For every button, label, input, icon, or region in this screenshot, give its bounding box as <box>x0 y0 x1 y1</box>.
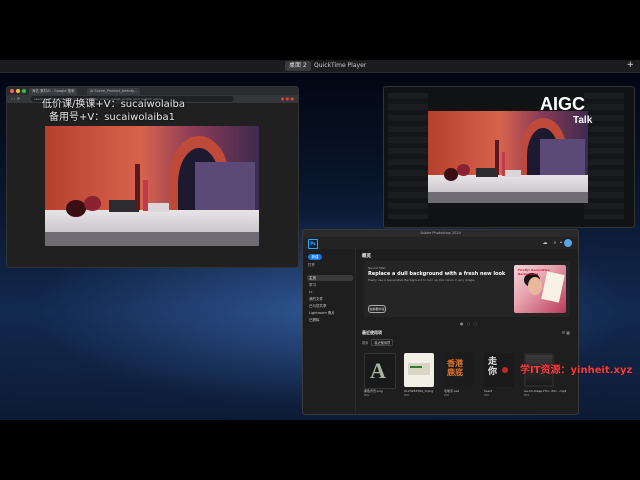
banner-tag: Neural filter <box>368 266 386 270</box>
sidebar-item-learn[interactable]: 学习 <box>307 282 353 288</box>
browser-tab-google[interactable]: 海艺 素材AI - Google 搜索 <box>29 88 78 95</box>
file-name-5: Ae-Ch-Sleep-Hm...Pdc...mp4 <box>524 389 567 393</box>
sidebar-item-deleted[interactable]: 已删除 <box>307 317 353 323</box>
sort-select[interactable]: 最近使用项 <box>371 339 394 346</box>
photoshop-home: 概览 Neural filter Replace a dull backgrou… <box>356 249 578 414</box>
close-window-icon[interactable] <box>10 89 14 93</box>
new-file-button[interactable]: 新建 <box>308 254 322 260</box>
left-panel-list <box>388 93 428 219</box>
file-thumb-2[interactable] <box>404 353 434 387</box>
photoshop-window[interactable]: Adobe Photoshop 2024 Ps ☁ ⌕ • 新建 打开 主页 学… <box>302 229 579 415</box>
product-scene-image[interactable] <box>45 126 259 246</box>
sidebar-item-shared[interactable]: 已与您共享 <box>307 303 353 309</box>
browser-tab-strip: 海艺 素材AI - Google 搜索 AI Scene_Product_bea… <box>7 87 298 95</box>
file-type-4: PSD <box>484 394 490 397</box>
space-tab-quicktime[interactable]: QuickTime Player <box>310 61 370 71</box>
photoshop-logo-icon: Ps <box>308 239 318 249</box>
red-watermark-text: 学IT资源：yinheit.xyz <box>520 365 633 376</box>
carousel-dots[interactable]: ● ○ ○ <box>460 321 478 326</box>
photoshop-title: Adobe Photoshop 2024 <box>303 230 578 237</box>
zoom-window-icon[interactable] <box>22 89 26 93</box>
file-name-2: 0123456789_0.png <box>404 389 434 393</box>
back-forward-icons[interactable]: ‹ › ⟳ <box>11 96 20 101</box>
browser-page-content <box>7 103 298 267</box>
aigc-logo-title: AIGC <box>540 94 585 114</box>
file-thumb-3[interactable]: 香港 鹿底 <box>444 353 474 387</box>
avatar[interactable] <box>564 239 572 247</box>
product-scene-preview[interactable] <box>428 111 588 203</box>
aigc-logo-subtitle: Talk <box>573 115 593 126</box>
file-name-3: 毛笔字.psd <box>444 389 460 393</box>
file-type-2: PNG <box>404 394 410 397</box>
banner-image-text: Firefly: Generative Background <box>518 268 550 276</box>
file-type-5: MP4 <box>524 394 530 397</box>
sidebar-item-lr[interactable]: Lr <box>307 289 353 295</box>
banner-title: Replace a dull background with a fresh n… <box>368 271 506 277</box>
sort-filter[interactable]: 排序 最近使用项 <box>362 339 394 346</box>
cloud-icon[interactable]: ☁ <box>542 240 548 246</box>
space-tab-desktop-2[interactable]: 桌面 2 <box>285 61 311 71</box>
try-in-new-button[interactable]: 在新框中试 <box>368 305 386 313</box>
minimize-window-icon[interactable] <box>16 89 20 93</box>
secondary-window[interactable] <box>383 86 635 228</box>
add-space-button[interactable]: + <box>626 60 634 71</box>
file-type-1: PNG <box>364 394 370 397</box>
recent-heading: 最近使用项 <box>362 330 382 335</box>
photoshop-sidebar: 新建 打开 主页 学习 Lr 我的文件 已与您共享 Lightroom 照片 已… <box>303 249 356 414</box>
overview-heading: 概览 <box>362 254 371 259</box>
watermark-text-2: 备用号+V：sucaiwolaiba1 <box>49 112 175 123</box>
banner-portrait-image: Firefly: Generative Background <box>514 265 566 313</box>
sidebar-item-my-files[interactable]: 我的文件 <box>307 296 353 302</box>
file-thumb-1[interactable]: A <box>364 353 396 389</box>
feature-banner[interactable]: Neural filter Replace a dull background … <box>364 261 570 317</box>
right-panel-list <box>584 93 624 219</box>
top-letterbox <box>0 0 640 60</box>
banner-description: Easily use a Generative Background to tu… <box>368 278 476 282</box>
file-thumb-4[interactable]: 走你 <box>484 353 514 387</box>
mission-control-bar: 桌面 2 QuickTime Player + <box>0 60 640 73</box>
photoshop-top-bar: Ps ☁ ⌕ • <box>303 237 578 249</box>
bottom-letterbox <box>0 420 640 480</box>
sort-label: 排序 <box>362 341 369 345</box>
view-toggle-icons[interactable]: ☰ ▦ <box>561 330 570 335</box>
file-name-4: heart <box>484 389 492 393</box>
sidebar-item-home[interactable]: 主页 <box>307 275 353 281</box>
file-type-3: PSD <box>444 394 450 397</box>
file-name-1: 黑色背景.png <box>364 389 383 393</box>
browser-tab-seaart[interactable]: AI Scene_Product_beauty... <box>87 88 141 95</box>
open-button[interactable]: 打开 <box>308 263 315 268</box>
extension-icons[interactable]: ● ● ● <box>281 96 294 101</box>
sidebar-item-lightroom[interactable]: Lightroom 照片 <box>307 310 353 316</box>
